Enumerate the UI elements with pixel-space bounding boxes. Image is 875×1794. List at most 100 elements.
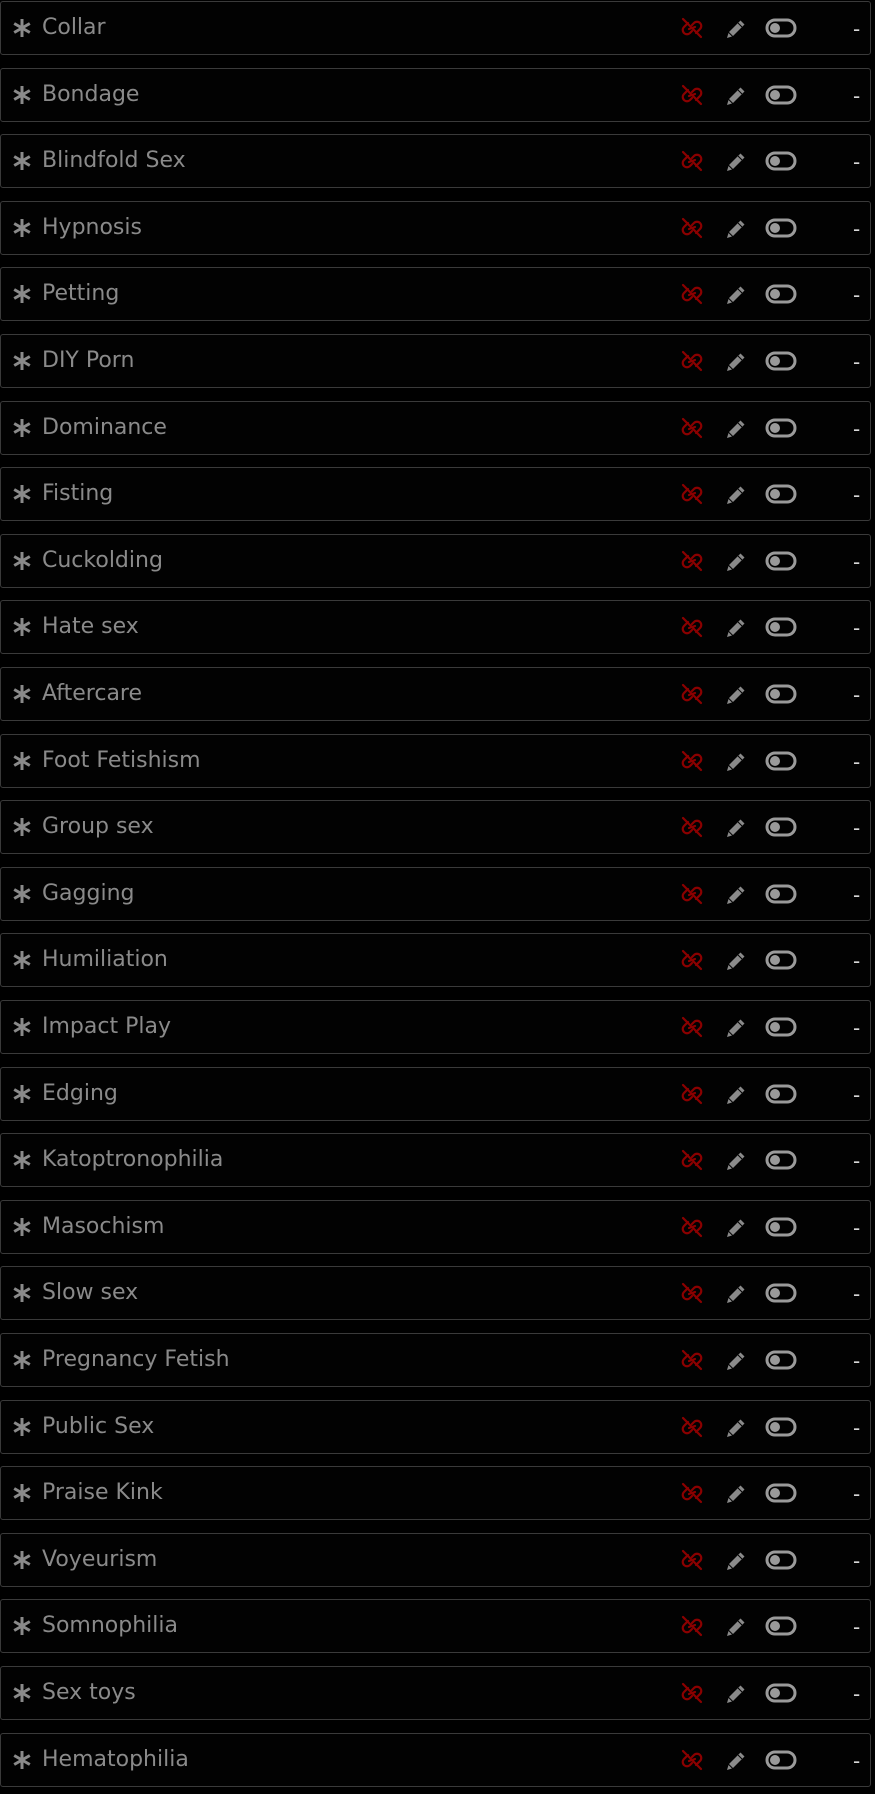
pencil-icon[interactable] bbox=[725, 85, 747, 107]
toggle-icon[interactable] bbox=[765, 16, 797, 40]
toggle-icon[interactable] bbox=[765, 416, 797, 440]
item-value: - bbox=[853, 1615, 861, 1640]
unlink-icon[interactable] bbox=[679, 683, 705, 705]
unlink-icon[interactable] bbox=[679, 816, 705, 838]
toggle-icon[interactable] bbox=[765, 749, 797, 773]
toggle-icon[interactable] bbox=[765, 1481, 797, 1505]
pencil-icon[interactable] bbox=[725, 950, 747, 972]
pencil-icon[interactable] bbox=[725, 1084, 747, 1106]
pencil-icon[interactable] bbox=[725, 1150, 747, 1172]
item-name: Fisting bbox=[42, 481, 114, 507]
toggle-icon[interactable] bbox=[765, 282, 797, 306]
unlink-icon[interactable] bbox=[679, 283, 705, 305]
unlink-icon[interactable] bbox=[679, 350, 705, 372]
pencil-icon[interactable] bbox=[725, 1683, 747, 1705]
pencil-icon[interactable] bbox=[725, 484, 747, 506]
unlink-icon[interactable] bbox=[679, 1349, 705, 1371]
item-value: - bbox=[853, 1282, 861, 1307]
pencil-icon[interactable] bbox=[725, 151, 747, 173]
unlink-icon[interactable] bbox=[679, 1615, 705, 1637]
unlink-icon[interactable] bbox=[679, 1083, 705, 1105]
unlink-icon[interactable] bbox=[679, 483, 705, 505]
unlink-icon[interactable] bbox=[679, 417, 705, 439]
unlink-icon[interactable] bbox=[679, 1216, 705, 1238]
pencil-icon[interactable] bbox=[725, 684, 747, 706]
pencil-icon[interactable] bbox=[725, 1483, 747, 1505]
asterisk-icon bbox=[11, 1216, 33, 1238]
unlink-icon[interactable] bbox=[679, 217, 705, 239]
toggle-icon[interactable] bbox=[765, 948, 797, 972]
item-name: Petting bbox=[42, 281, 120, 307]
asterisk-icon bbox=[11, 283, 33, 305]
pencil-icon[interactable] bbox=[725, 1350, 747, 1372]
pencil-icon[interactable] bbox=[725, 884, 747, 906]
pencil-icon[interactable] bbox=[725, 1283, 747, 1305]
unlink-icon[interactable] bbox=[679, 750, 705, 772]
pencil-icon[interactable] bbox=[725, 351, 747, 373]
unlink-icon[interactable] bbox=[679, 1016, 705, 1038]
pencil-icon[interactable] bbox=[725, 218, 747, 240]
unlink-icon[interactable] bbox=[679, 616, 705, 638]
unlink-icon[interactable] bbox=[679, 1682, 705, 1704]
unlink-icon[interactable] bbox=[679, 150, 705, 172]
toggle-icon[interactable] bbox=[765, 882, 797, 906]
pencil-icon[interactable] bbox=[725, 18, 747, 40]
asterisk-icon bbox=[11, 84, 33, 106]
item-name: Foot Fetishism bbox=[42, 747, 201, 773]
toggle-icon[interactable] bbox=[765, 615, 797, 639]
pencil-icon[interactable] bbox=[725, 1217, 747, 1239]
item-name: Somnophilia bbox=[42, 1613, 178, 1639]
pencil-icon[interactable] bbox=[725, 617, 747, 639]
unlink-icon[interactable] bbox=[679, 1749, 705, 1771]
pencil-icon[interactable] bbox=[725, 1550, 747, 1572]
item-name: Pregnancy Fetish bbox=[42, 1347, 230, 1372]
toggle-icon[interactable] bbox=[765, 815, 797, 839]
pencil-icon[interactable] bbox=[725, 551, 747, 573]
unlink-icon[interactable] bbox=[679, 1549, 705, 1571]
unlink-icon[interactable] bbox=[679, 1282, 705, 1304]
pencil-icon[interactable] bbox=[725, 1616, 747, 1638]
toggle-icon[interactable] bbox=[765, 349, 797, 373]
toggle-icon[interactable] bbox=[765, 1215, 797, 1239]
toggle-icon[interactable] bbox=[765, 149, 797, 173]
asterisk-icon bbox=[11, 1083, 33, 1105]
item-value: - bbox=[853, 816, 861, 841]
toggle-icon[interactable] bbox=[765, 1348, 797, 1372]
item-name: Edging bbox=[42, 1080, 118, 1106]
unlink-icon[interactable] bbox=[679, 550, 705, 572]
pencil-icon[interactable] bbox=[725, 418, 747, 440]
asterisk-icon bbox=[11, 417, 33, 439]
unlink-icon[interactable] bbox=[679, 1149, 705, 1171]
pencil-icon[interactable] bbox=[725, 1750, 747, 1772]
asterisk-icon bbox=[11, 683, 33, 705]
unlink-icon[interactable] bbox=[679, 1482, 705, 1504]
unlink-icon[interactable] bbox=[679, 949, 705, 971]
toggle-icon[interactable] bbox=[765, 1148, 797, 1172]
unlink-icon[interactable] bbox=[679, 84, 705, 106]
unlink-icon[interactable] bbox=[679, 883, 705, 905]
toggle-icon[interactable] bbox=[765, 1415, 797, 1439]
toggle-icon[interactable] bbox=[765, 549, 797, 573]
toggle-icon[interactable] bbox=[765, 482, 797, 506]
toggle-icon[interactable] bbox=[765, 682, 797, 706]
unlink-icon[interactable] bbox=[679, 1416, 705, 1438]
pencil-icon[interactable] bbox=[725, 1417, 747, 1439]
toggle-icon[interactable] bbox=[765, 1082, 797, 1106]
pencil-icon[interactable] bbox=[725, 817, 747, 839]
item-name: Public Sex bbox=[42, 1413, 155, 1439]
unlink-icon[interactable] bbox=[679, 17, 705, 39]
list-item: Hate sex - bbox=[0, 600, 871, 655]
pencil-icon[interactable] bbox=[725, 751, 747, 773]
pencil-icon[interactable] bbox=[725, 284, 747, 306]
toggle-icon[interactable] bbox=[765, 1015, 797, 1039]
list-item: Edging - bbox=[0, 1066, 871, 1121]
asterisk-icon bbox=[11, 1016, 33, 1038]
toggle-icon[interactable] bbox=[765, 216, 797, 240]
toggle-icon[interactable] bbox=[765, 83, 797, 107]
toggle-icon[interactable] bbox=[765, 1548, 797, 1572]
toggle-icon[interactable] bbox=[765, 1614, 797, 1638]
toggle-icon[interactable] bbox=[765, 1281, 797, 1305]
pencil-icon[interactable] bbox=[725, 1017, 747, 1039]
toggle-icon[interactable] bbox=[765, 1748, 797, 1772]
toggle-icon[interactable] bbox=[765, 1681, 797, 1705]
